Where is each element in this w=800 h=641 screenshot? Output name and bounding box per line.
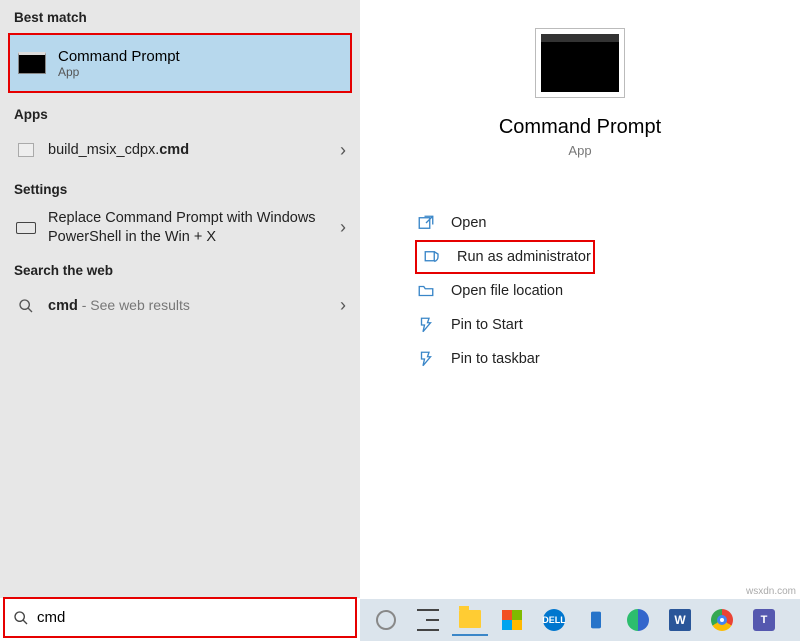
action-pin-taskbar-label: Pin to taskbar — [451, 351, 540, 367]
action-run-as-administrator[interactable]: Run as administrator — [415, 240, 595, 274]
dell-icon[interactable]: DELL — [536, 604, 572, 636]
chrome-icon[interactable] — [704, 604, 740, 636]
app-hero: Command Prompt App — [360, 0, 800, 158]
command-prompt-hero-icon — [535, 28, 625, 98]
cortana-icon[interactable] — [368, 604, 404, 636]
app-hero-subtitle: App — [360, 143, 800, 158]
search-results-panel: Best match Command Prompt App Apps build… — [0, 0, 360, 598]
section-settings: Settings — [0, 172, 360, 203]
file-icon — [14, 143, 38, 157]
app-hero-title: Command Prompt — [360, 116, 800, 139]
chevron-right-icon: › — [340, 140, 346, 161]
pin-taskbar-icon — [415, 348, 437, 370]
toggle-icon — [14, 222, 38, 234]
microsoft-store-icon[interactable] — [494, 604, 530, 636]
best-match-command-prompt[interactable]: Command Prompt App — [8, 33, 352, 93]
search-icon — [13, 610, 29, 626]
app-result-build-msix[interactable]: build_msix_cdpx.cmd › — [0, 128, 360, 172]
web-result-cmd[interactable]: cmd - See web results › — [0, 284, 360, 328]
search-icon — [14, 298, 38, 314]
search-bar[interactable] — [3, 597, 357, 638]
section-search-web: Search the web — [0, 253, 360, 284]
preview-panel: Command Prompt App Open Run as administr… — [360, 0, 800, 598]
teams-icon[interactable]: T — [746, 604, 782, 636]
action-open-label: Open — [451, 215, 486, 231]
action-open[interactable]: Open — [415, 206, 800, 240]
open-icon — [415, 212, 437, 234]
settings-result-label: Replace Command Prompt with Windows Powe… — [48, 209, 340, 247]
best-match-subtitle: App — [58, 65, 180, 79]
action-pin-to-start[interactable]: Pin to Start — [415, 308, 800, 342]
action-pin-to-taskbar[interactable]: Pin to taskbar — [415, 342, 800, 376]
chevron-right-icon: › — [340, 295, 346, 316]
app-result-label: build_msix_cdpx.cmd — [48, 141, 340, 160]
shield-icon — [421, 246, 443, 268]
word-icon[interactable]: W — [662, 604, 698, 636]
taskbar: DELL W T — [360, 599, 800, 641]
action-open-loc-label: Open file location — [451, 283, 563, 299]
task-view-icon[interactable] — [410, 604, 446, 636]
pin-start-icon — [415, 314, 437, 336]
action-list: Open Run as administrator Open file loca… — [415, 206, 800, 376]
best-match-title: Command Prompt — [58, 48, 180, 65]
settings-result-replace-cmd[interactable]: Replace Command Prompt with Windows Powe… — [0, 203, 360, 253]
folder-icon — [415, 280, 437, 302]
section-apps: Apps — [0, 97, 360, 128]
watermark: wsxdn.com — [746, 586, 796, 597]
section-best-match: Best match — [0, 0, 360, 31]
action-run-admin-label: Run as administrator — [457, 249, 591, 265]
chevron-right-icon: › — [340, 217, 346, 238]
file-explorer-icon[interactable] — [452, 604, 488, 636]
action-pin-start-label: Pin to Start — [451, 317, 523, 333]
search-input[interactable] — [37, 609, 347, 626]
edge-icon[interactable] — [620, 604, 656, 636]
command-prompt-icon — [18, 52, 46, 74]
action-open-file-location[interactable]: Open file location — [415, 274, 800, 308]
web-result-label: cmd - See web results — [48, 296, 340, 316]
your-phone-icon[interactable] — [578, 604, 614, 636]
